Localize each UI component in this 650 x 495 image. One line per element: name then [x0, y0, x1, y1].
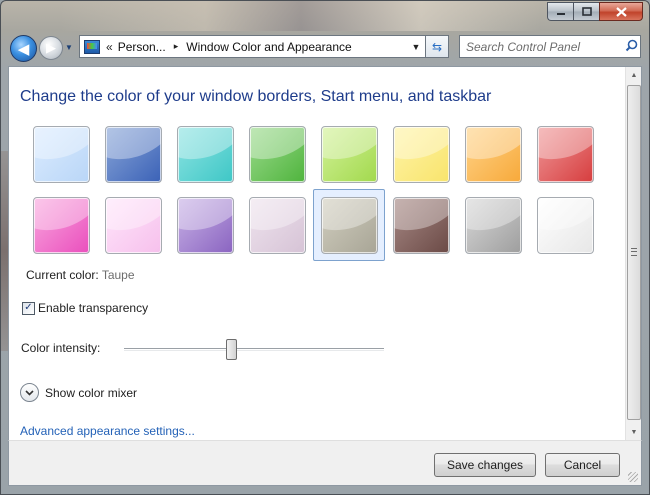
color-intensity-slider-track[interactable]	[124, 348, 384, 351]
refresh-icon: ⇆	[431, 39, 443, 54]
resize-grip-icon[interactable]	[628, 472, 638, 482]
color-intensity-label: Color intensity:	[21, 341, 101, 355]
close-icon	[615, 6, 627, 17]
vertical-scrollbar[interactable]: ▲ ▼	[625, 67, 641, 440]
scroll-up-button[interactable]: ▲	[626, 67, 642, 83]
color-swatch[interactable]	[537, 126, 594, 183]
scroll-down-button[interactable]: ▼	[626, 424, 642, 440]
content-pane: Change the color of your window borders,…	[8, 66, 642, 446]
minimize-button[interactable]	[547, 2, 573, 21]
back-arrow-icon: ◀	[17, 40, 30, 58]
color-swatch[interactable]	[249, 197, 306, 254]
search-input[interactable]	[460, 36, 623, 57]
advanced-appearance-link[interactable]: Advanced appearance settings...	[20, 424, 195, 438]
dialog-footer: Save changes Cancel	[8, 440, 642, 486]
breadcrumb: Person... ▸ Window Color and Appearance	[118, 40, 352, 54]
scroll-up-icon: ▲	[630, 71, 638, 79]
forward-button[interactable]: ▶	[39, 36, 63, 60]
close-button[interactable]	[599, 2, 643, 21]
checkmark-icon: ✓	[24, 302, 33, 313]
color-swatch[interactable]	[321, 126, 378, 183]
control-panel-icon	[84, 39, 100, 54]
scrollbar-grip-icon	[631, 248, 637, 256]
recent-pages-button[interactable]: ▼	[65, 43, 75, 53]
enable-transparency-label[interactable]: Enable transparency	[38, 301, 148, 315]
color-swatch[interactable]	[537, 197, 594, 254]
color-swatch[interactable]	[33, 126, 90, 183]
search-box[interactable]	[459, 35, 641, 58]
cancel-button[interactable]: Cancel	[545, 453, 620, 477]
scrollbar-thumb[interactable]	[627, 85, 641, 420]
color-swatch[interactable]	[33, 197, 90, 254]
page-title: Change the color of your window borders,…	[20, 88, 492, 105]
caption-buttons	[547, 2, 643, 22]
color-swatch[interactable]	[105, 126, 162, 183]
color-swatch[interactable]	[105, 197, 162, 254]
current-color-label: Current color:	[26, 268, 99, 282]
maximize-button[interactable]	[573, 2, 599, 21]
color-swatch[interactable]	[177, 126, 234, 183]
scroll-down-icon: ▼	[630, 428, 638, 436]
search-icon[interactable]	[623, 39, 640, 55]
color-swatch[interactable]	[465, 197, 522, 254]
current-color: Current color: Taupe	[26, 268, 135, 282]
show-color-mixer[interactable]: Show color mixer	[20, 383, 137, 402]
refresh-button[interactable]: ⇆	[425, 35, 449, 58]
color-intensity-slider-thumb[interactable]	[225, 339, 237, 360]
expand-chevron-icon[interactable]	[20, 383, 39, 402]
minimize-icon	[556, 12, 565, 15]
save-changes-button[interactable]: Save changes	[434, 453, 536, 477]
maximize-icon	[581, 7, 592, 16]
color-swatch[interactable]	[177, 197, 234, 254]
breadcrumb-window-color[interactable]: Window Color and Appearance	[186, 40, 351, 54]
chevron-down-icon: ▼	[65, 43, 73, 52]
address-dropdown-icon[interactable]: ▼	[407, 42, 425, 52]
enable-transparency[interactable]: ✓ Enable transparency	[22, 301, 148, 315]
overflow-chevron-icon[interactable]: «	[106, 40, 113, 54]
color-swatch[interactable]	[249, 126, 306, 183]
back-button[interactable]: ◀	[10, 35, 37, 62]
forward-arrow-icon: ▶	[46, 40, 56, 55]
color-swatch[interactable]	[393, 126, 450, 183]
color-swatch[interactable]	[393, 197, 450, 254]
color-swatch[interactable]	[321, 197, 378, 254]
color-swatch[interactable]	[465, 126, 522, 183]
breadcrumb-separator-icon[interactable]: ▸	[174, 41, 179, 52]
breadcrumb-personalization[interactable]: Person...	[118, 40, 166, 54]
show-color-mixer-label[interactable]: Show color mixer	[45, 386, 137, 400]
glass-titlebar	[61, 1, 541, 31]
enable-transparency-checkbox[interactable]: ✓	[22, 301, 35, 315]
address-bar[interactable]: « Person... ▸ Window Color and Appearanc…	[79, 35, 425, 58]
current-color-value: Taupe	[101, 268, 135, 282]
